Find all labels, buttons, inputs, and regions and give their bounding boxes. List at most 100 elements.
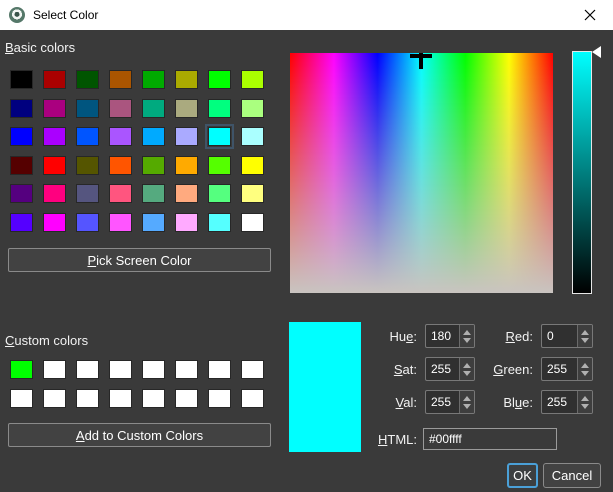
close-button[interactable] xyxy=(567,0,613,30)
pick-screen-color-button[interactable]: Pick Screen Color xyxy=(8,248,271,272)
basic-color-swatch[interactable] xyxy=(10,184,33,203)
red-spinbox[interactable]: 0 xyxy=(541,324,593,348)
basic-color-swatch[interactable] xyxy=(175,213,198,232)
spin-up-icon[interactable] xyxy=(581,396,589,401)
basic-color-swatch[interactable] xyxy=(43,127,66,146)
spin-up-icon[interactable] xyxy=(581,363,589,368)
basic-color-swatch[interactable] xyxy=(76,156,99,175)
custom-color-swatch[interactable] xyxy=(76,389,99,408)
spin-down-icon[interactable] xyxy=(581,371,589,376)
basic-color-swatch[interactable] xyxy=(109,70,132,89)
basic-color-swatch[interactable] xyxy=(76,213,99,232)
html-color-input[interactable] xyxy=(423,428,557,450)
custom-color-swatch[interactable] xyxy=(241,360,264,379)
ok-button[interactable]: OK xyxy=(507,463,538,488)
close-icon xyxy=(583,8,597,22)
basic-color-swatch[interactable] xyxy=(241,99,264,118)
red-spin-buttons[interactable] xyxy=(577,325,592,347)
basic-color-swatch[interactable] xyxy=(109,184,132,203)
basic-color-swatch[interactable] xyxy=(241,127,264,146)
basic-color-swatch[interactable] xyxy=(109,127,132,146)
basic-colors-label: Basic colors xyxy=(5,40,75,55)
custom-color-swatch[interactable] xyxy=(43,360,66,379)
basic-color-swatch[interactable] xyxy=(241,213,264,232)
basic-color-swatch[interactable] xyxy=(175,156,198,175)
titlebar[interactable]: Select Color xyxy=(0,0,613,30)
basic-color-swatch[interactable] xyxy=(76,70,99,89)
basic-color-swatch[interactable] xyxy=(142,127,165,146)
html-label: HTML: xyxy=(340,432,417,447)
blue-value[interactable]: 255 xyxy=(542,391,577,413)
basic-color-swatch[interactable] xyxy=(43,184,66,203)
val-label: Val: xyxy=(340,395,417,410)
custom-color-swatch[interactable] xyxy=(43,389,66,408)
custom-color-swatch[interactable] xyxy=(175,360,198,379)
basic-color-swatch[interactable] xyxy=(208,213,231,232)
basic-color-swatch[interactable] xyxy=(241,156,264,175)
custom-color-swatch[interactable] xyxy=(175,389,198,408)
custom-color-swatch[interactable] xyxy=(10,389,33,408)
select-color-dialog: Select Color Basic colors Pick Screen Co… xyxy=(0,0,613,492)
basic-color-swatch[interactable] xyxy=(241,184,264,203)
custom-color-swatch[interactable] xyxy=(142,360,165,379)
value-slider[interactable] xyxy=(572,51,592,294)
basic-color-swatch[interactable] xyxy=(109,156,132,175)
basic-color-swatch[interactable] xyxy=(10,213,33,232)
basic-color-swatch[interactable] xyxy=(142,156,165,175)
custom-color-swatch[interactable] xyxy=(76,360,99,379)
basic-color-swatch[interactable] xyxy=(43,70,66,89)
basic-color-swatch[interactable] xyxy=(43,99,66,118)
basic-color-swatch[interactable] xyxy=(109,99,132,118)
basic-color-swatch[interactable] xyxy=(76,184,99,203)
basic-color-swatch[interactable] xyxy=(208,99,231,118)
cancel-button[interactable]: Cancel xyxy=(543,463,601,488)
red-value[interactable]: 0 xyxy=(542,325,577,347)
basic-colors-grid xyxy=(10,70,264,232)
basic-color-swatch[interactable] xyxy=(208,70,231,89)
hue-saturation-map[interactable] xyxy=(290,53,553,293)
custom-color-swatch[interactable] xyxy=(10,360,33,379)
sat-label: Sat: xyxy=(340,362,417,377)
basic-color-swatch[interactable] xyxy=(10,156,33,175)
green-value[interactable]: 255 xyxy=(542,358,577,380)
basic-color-swatch[interactable] xyxy=(208,156,231,175)
app-icon xyxy=(9,7,25,23)
basic-color-swatch[interactable] xyxy=(241,70,264,89)
custom-colors-grid xyxy=(10,360,264,408)
basic-color-swatch[interactable] xyxy=(142,213,165,232)
basic-color-swatch[interactable] xyxy=(109,213,132,232)
basic-color-swatch[interactable] xyxy=(175,184,198,203)
basic-color-swatch[interactable] xyxy=(10,70,33,89)
basic-color-swatch[interactable] xyxy=(175,70,198,89)
basic-color-swatch[interactable] xyxy=(76,127,99,146)
dialog-body: Basic colors Pick Screen Color Custom co… xyxy=(0,30,613,492)
basic-color-swatch[interactable] xyxy=(142,70,165,89)
basic-color-swatch[interactable] xyxy=(208,184,231,203)
crosshair-marker-icon xyxy=(419,53,423,69)
blue-spinbox[interactable]: 255 xyxy=(541,390,593,414)
custom-color-swatch[interactable] xyxy=(109,360,132,379)
blue-spin-buttons[interactable] xyxy=(577,391,592,413)
basic-color-swatch[interactable] xyxy=(142,99,165,118)
spin-down-icon[interactable] xyxy=(581,404,589,409)
basic-color-swatch[interactable] xyxy=(175,99,198,118)
custom-color-swatch[interactable] xyxy=(208,360,231,379)
spin-up-icon[interactable] xyxy=(581,330,589,335)
basic-color-swatch[interactable] xyxy=(43,156,66,175)
basic-color-swatch[interactable] xyxy=(10,127,33,146)
value-slider-arrow-icon[interactable] xyxy=(592,46,601,58)
basic-color-swatch-selected[interactable] xyxy=(208,127,231,146)
basic-color-swatch[interactable] xyxy=(76,99,99,118)
custom-color-swatch[interactable] xyxy=(142,389,165,408)
custom-color-swatch[interactable] xyxy=(208,389,231,408)
green-spin-buttons[interactable] xyxy=(577,358,592,380)
custom-color-swatch[interactable] xyxy=(241,389,264,408)
custom-color-swatch[interactable] xyxy=(109,389,132,408)
green-spinbox[interactable]: 255 xyxy=(541,357,593,381)
add-to-custom-colors-button[interactable]: Add to Custom Colors xyxy=(8,423,271,447)
basic-color-swatch[interactable] xyxy=(175,127,198,146)
basic-color-swatch[interactable] xyxy=(142,184,165,203)
spin-down-icon[interactable] xyxy=(581,338,589,343)
basic-color-swatch[interactable] xyxy=(43,213,66,232)
basic-color-swatch[interactable] xyxy=(10,99,33,118)
